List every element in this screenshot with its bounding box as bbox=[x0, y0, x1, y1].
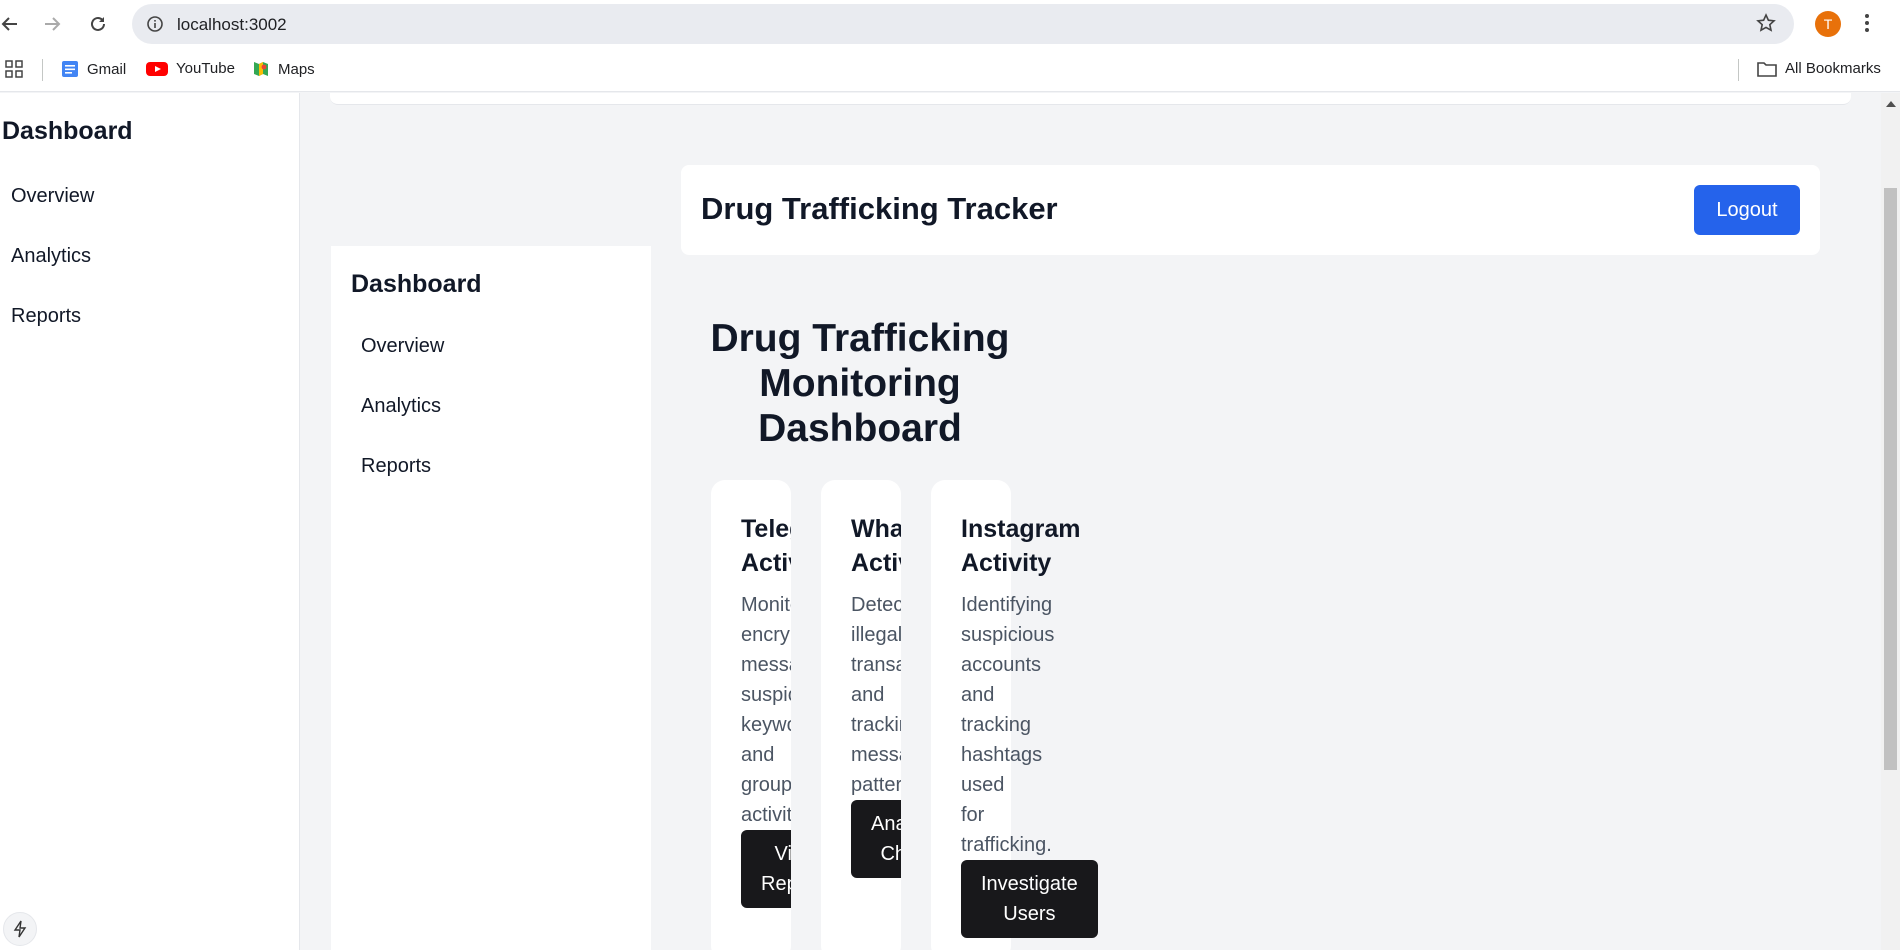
folder-icon bbox=[1757, 61, 1777, 77]
bookmark-star-icon[interactable] bbox=[1756, 13, 1776, 38]
apps-grid-icon[interactable] bbox=[5, 60, 23, 78]
card-text-line: and bbox=[851, 684, 885, 706]
card-text-line: illegal bbox=[851, 624, 901, 646]
bookmarks-divider bbox=[1738, 59, 1739, 81]
inner-sidebar: Dashboard Overview Analytics Reports bbox=[331, 246, 651, 950]
maps-icon bbox=[254, 62, 268, 76]
gmail-icon bbox=[62, 61, 78, 77]
whatsapp-activity-card: WhatsApp Activity Detecting illegal tran… bbox=[821, 480, 901, 950]
profile-avatar[interactable]: T bbox=[1815, 11, 1841, 37]
investigate-users-button[interactable]: Investigate Users bbox=[961, 860, 1098, 938]
address-bar[interactable]: localhost:3002 bbox=[132, 4, 1794, 44]
card-text-line: suspicious bbox=[961, 624, 1055, 646]
analyze-chats-button[interactable]: Analyze Chats bbox=[851, 800, 901, 878]
bookmark-gmail[interactable]: Gmail bbox=[61, 60, 126, 78]
bookmark-maps[interactable]: Maps bbox=[252, 60, 315, 78]
card-text-line: hashtags bbox=[961, 744, 1043, 766]
card-text-line: Identifying bbox=[961, 594, 1053, 616]
telegram-activity-card: Telegram Activity Monitoring encrypted m… bbox=[711, 480, 791, 950]
sidebar-item-reports[interactable]: Reports bbox=[11, 305, 81, 328]
sidebar-item-reports[interactable]: Reports bbox=[361, 455, 431, 478]
bookmark-label: Maps bbox=[278, 60, 315, 78]
card-text-line: Detecting bbox=[851, 594, 901, 616]
card-text-line: for bbox=[961, 804, 985, 826]
card-text-line: suspicious bbox=[741, 684, 791, 706]
card-title-line: Activity bbox=[741, 549, 791, 577]
card-title-line: Telegram bbox=[741, 515, 791, 543]
page-title: Drug Trafficking Monitoring Dashboard bbox=[700, 316, 1020, 451]
sidebar-item-overview[interactable]: Overview bbox=[11, 185, 94, 208]
card-title: WhatsApp Activity bbox=[851, 512, 901, 580]
page-scrollbar[interactable] bbox=[1881, 93, 1900, 950]
instagram-activity-card: Instagram Activity Identifying suspiciou… bbox=[931, 480, 1098, 950]
card-text-line: keywords, bbox=[741, 714, 791, 736]
bookmark-youtube[interactable]: YouTube bbox=[146, 60, 235, 77]
card-text-line: tracking bbox=[851, 714, 901, 736]
scroll-up-arrow-icon[interactable] bbox=[1886, 101, 1896, 107]
card-text-line: activities. bbox=[741, 804, 791, 826]
bookmark-label: YouTube bbox=[176, 60, 235, 77]
bookmarks-bar: Gmail YouTube Maps All Bookmarks bbox=[0, 48, 1900, 92]
card-text-line: and bbox=[741, 744, 775, 766]
card-title-line: Activity bbox=[961, 549, 1052, 577]
view-reports-button[interactable]: View Reports bbox=[741, 830, 791, 908]
card-text-line: Monitoring bbox=[741, 594, 791, 616]
all-bookmarks-label: All Bookmarks bbox=[1785, 60, 1881, 77]
top-panel-edge bbox=[330, 93, 1851, 105]
button-label-line: Analyze bbox=[871, 813, 901, 835]
card-text-line: messages, bbox=[741, 654, 791, 676]
card-description: Identifying suspicious accounts and trac… bbox=[961, 590, 1161, 860]
card-text-line: patterns. bbox=[851, 774, 901, 796]
logout-button[interactable]: Logout bbox=[1694, 185, 1800, 235]
browser-menu-icon[interactable] bbox=[1864, 12, 1870, 39]
card-text-line: transactions bbox=[851, 654, 901, 676]
button-label-line: Users bbox=[1003, 903, 1056, 925]
scrollbar-thumb[interactable] bbox=[1884, 188, 1897, 770]
url-text[interactable]: localhost:3002 bbox=[177, 15, 287, 35]
forward-arrow-icon[interactable] bbox=[38, 10, 66, 38]
card-description: Detecting illegal transactions and track… bbox=[851, 590, 901, 800]
card-title-line: Activity bbox=[851, 549, 901, 577]
bookmark-label: Gmail bbox=[87, 60, 127, 78]
sidebar-item-analytics[interactable]: Analytics bbox=[11, 245, 91, 268]
browser-toolbar: localhost:3002 T bbox=[0, 0, 1900, 48]
card-text-line: group bbox=[741, 774, 791, 796]
outer-sidebar: Dashboard Overview Analytics Reports bbox=[0, 93, 300, 950]
reload-icon[interactable] bbox=[84, 10, 112, 38]
sidebar-title: Dashboard bbox=[351, 270, 482, 298]
card-title-line: Instagram bbox=[961, 515, 1081, 543]
back-arrow-icon[interactable] bbox=[0, 10, 24, 38]
card-text-line: encrypted bbox=[741, 624, 791, 646]
page-title-line: Dashboard bbox=[758, 407, 962, 450]
app-title: Drug Trafficking Tracker bbox=[701, 191, 1058, 226]
button-label-line: View bbox=[774, 843, 791, 865]
card-text-line: and bbox=[961, 684, 995, 706]
sidebar-item-overview[interactable]: Overview bbox=[361, 335, 444, 358]
lightning-bolt-icon[interactable] bbox=[3, 912, 37, 946]
bookmarks-divider bbox=[42, 59, 43, 81]
sidebar-title: Dashboard bbox=[2, 117, 133, 145]
button-label-line: Chats bbox=[880, 843, 901, 865]
card-title: Telegram Activity bbox=[741, 512, 791, 580]
page-title-line: Monitoring bbox=[759, 362, 961, 405]
sidebar-item-analytics[interactable]: Analytics bbox=[361, 395, 441, 418]
card-text-line: trafficking. bbox=[961, 834, 1052, 856]
card-text-line: used bbox=[961, 774, 1005, 796]
page-title-line: Drug Trafficking bbox=[710, 317, 1010, 360]
button-label-line: Reports bbox=[761, 873, 791, 895]
all-bookmarks[interactable]: All Bookmarks bbox=[1757, 60, 1881, 77]
card-description: Monitoring encrypted messages, suspiciou… bbox=[741, 590, 791, 830]
card-text-line: message bbox=[851, 744, 901, 766]
card-text-line: accounts bbox=[961, 654, 1042, 676]
card-title: Instagram Activity bbox=[961, 512, 1161, 580]
youtube-icon bbox=[146, 61, 168, 76]
card-title-line: WhatsApp bbox=[851, 515, 901, 543]
button-label-line: Investigate bbox=[981, 873, 1078, 895]
card-text-line: tracking bbox=[961, 714, 1032, 736]
site-info-icon[interactable] bbox=[146, 15, 164, 38]
app-header: Drug Trafficking Tracker Logout bbox=[681, 165, 1820, 255]
